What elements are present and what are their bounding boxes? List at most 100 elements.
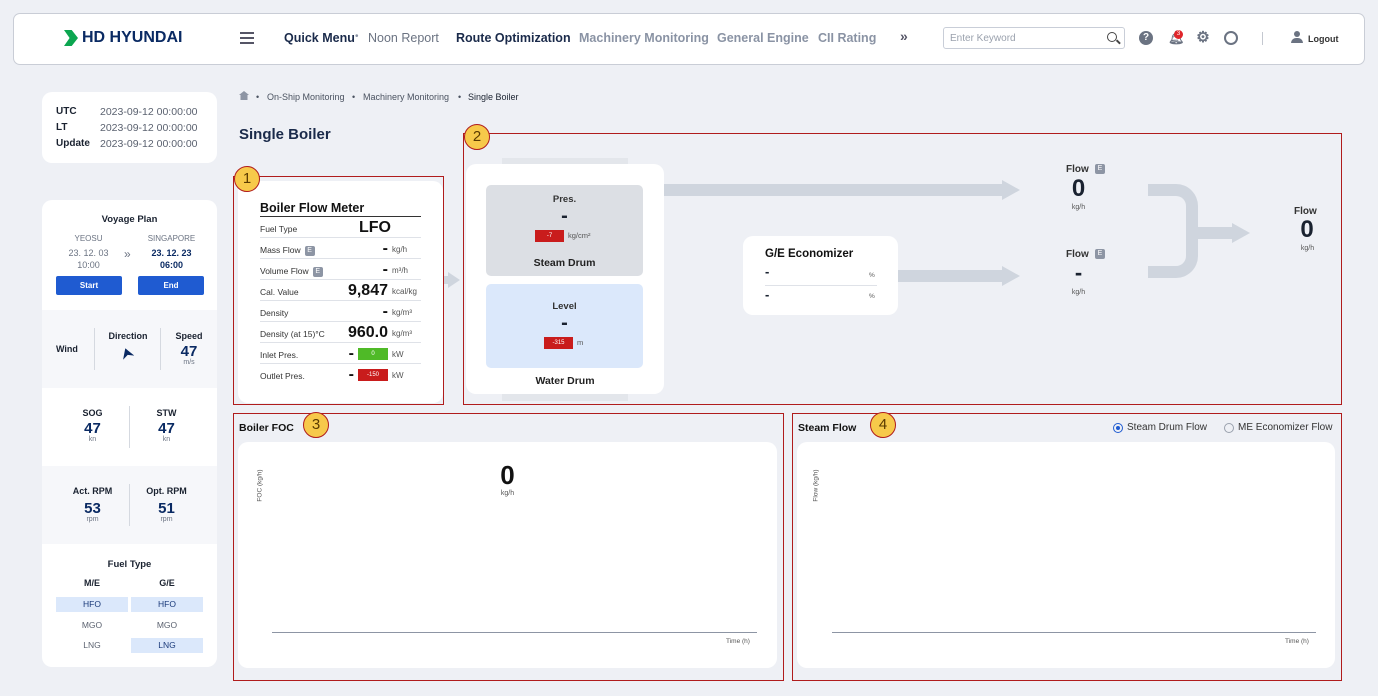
economizer-divider — [765, 285, 877, 286]
flow-2-value: - — [1074, 260, 1083, 285]
nav-general-engine[interactable]: General Engine — [717, 31, 809, 45]
level-unit: m — [577, 338, 584, 347]
logout-button[interactable]: Logout — [1308, 34, 1339, 44]
ge-fuel-mgo[interactable]: MGO — [131, 618, 203, 633]
row-value: - — [348, 366, 354, 383]
search-icon[interactable] — [1107, 32, 1117, 42]
row-key: Fuel Type — [260, 224, 298, 234]
row-unit: kW — [392, 350, 404, 359]
nav-machinery-monitoring[interactable]: Machinery Monitoring — [579, 31, 709, 45]
fuel-type-section: Fuel Type M/E G/E HFO HFO MGO MGO LNG LN… — [42, 544, 217, 667]
voyage-from-date: 23. 12. 03 — [68, 248, 109, 258]
row-key: Density (at 15)°C — [260, 329, 325, 339]
help-icon[interactable]: ? — [1139, 31, 1153, 45]
me-label: M/E — [83, 578, 100, 588]
voyage-plan-title: Voyage Plan — [101, 214, 158, 225]
row-value: - — [348, 345, 354, 362]
search-input[interactable]: Enter Keyword — [943, 27, 1125, 49]
row-density-15: Density (at 15)°C 960.0 kg/m³ — [260, 322, 421, 343]
speed-label: Speed — [175, 331, 203, 341]
row-key: Cal. Value — [260, 287, 299, 297]
annotation-marker-2: 2 — [464, 124, 490, 150]
ge-fuel-hfo[interactable]: HFO — [131, 597, 203, 612]
me-fuel-hfo[interactable]: HFO — [56, 597, 128, 612]
utc-value: 2023-09-12 00:00:00 — [100, 106, 198, 118]
hd-hyundai-logo[interactable]: HD HYUNDAI — [64, 29, 182, 47]
ge-fuel-lng[interactable]: LNG — [131, 638, 203, 653]
flow-2-unit: kg/h — [1071, 289, 1086, 296]
ge-economizer-card: G/E Economizer - % - % — [743, 236, 898, 315]
stw-unit: kn — [162, 436, 171, 443]
outlet-pres-bar: -150 — [358, 369, 388, 381]
nav-noon-report[interactable]: Noon Report — [368, 31, 439, 45]
breadcrumb-onship[interactable]: On-Ship Monitoring — [267, 92, 345, 102]
steam-drum-label: Steam Drum — [533, 257, 596, 269]
rpm-section: Act. RPM 53 rpm Opt. RPM 51 rpm — [42, 466, 217, 544]
economizer-value-2: - — [765, 287, 770, 302]
end-button[interactable]: End — [138, 276, 204, 295]
estimate-badge: E — [1095, 164, 1105, 174]
me-economizer-flow-label[interactable]: ME Economizer Flow — [1238, 422, 1332, 433]
water-drum-label: Water Drum — [535, 375, 595, 387]
steam-flow-title: Steam Flow — [798, 422, 857, 434]
drum-card: Pres. - -7 kg/cm² Steam Drum Level - -31… — [466, 164, 664, 394]
nav-cii-rating[interactable]: CII Rating — [818, 31, 876, 45]
flow-2-label: Flow — [1066, 249, 1089, 260]
boiler-flow-meter-card: Boiler Flow Meter Fuel Type LFO Mass Flow… — [238, 181, 443, 403]
hamburger-menu-icon[interactable] — [240, 32, 254, 44]
steam-drum-box: Pres. - -7 kg/cm² Steam Drum — [486, 185, 643, 276]
header-divider — [1262, 32, 1263, 45]
economizer-flow-arrow-head — [1002, 266, 1020, 286]
start-button[interactable]: Start — [56, 276, 122, 295]
pres-label: Pres. — [552, 194, 577, 205]
row-key: Density — [260, 308, 289, 318]
nav-quick-menu[interactable]: Quick Menu — [284, 31, 355, 45]
nav-route-optimization[interactable]: Route Optimization — [456, 31, 571, 45]
flow-1-label: Flow — [1066, 164, 1089, 175]
economizer-title: G/E Economizer — [765, 248, 854, 260]
act-rpm-label: Act. RPM — [72, 486, 113, 496]
wind-label: Wind — [56, 344, 78, 354]
foc-unit: kg/h — [500, 490, 515, 497]
drum-bottom-stub — [502, 393, 628, 401]
voyage-from-time: 10:00 — [77, 260, 100, 270]
breadcrumb-sep: • — [458, 92, 462, 102]
steam-x-axis — [832, 632, 1316, 633]
voyage-plan-section: Voyage Plan YEOSU SINGAPORE 23. 12. 03 2… — [42, 200, 217, 310]
breadcrumb-machinery[interactable]: Machinery Monitoring — [363, 92, 449, 102]
voyage-to: SINGAPORE — [147, 234, 196, 243]
steam-drum-flow-label[interactable]: Steam Drum Flow — [1127, 422, 1207, 433]
row-density: Density - kg/m³ — [260, 301, 421, 322]
gear-icon[interactable]: ⚙ — [1196, 30, 1210, 45]
steam-x-axis-label: Time (h) — [1285, 638, 1309, 645]
economizer-value-1: - — [765, 264, 770, 279]
flow-1-value: 0 — [1071, 175, 1086, 202]
row-inlet-pres: Inlet Pres. -0 kW — [260, 343, 421, 364]
stw-value: 47 — [158, 420, 175, 437]
sog-stw-section: SOG 47 kn STW 47 kn — [42, 388, 217, 466]
me-fuel-mgo[interactable]: MGO — [56, 618, 128, 633]
economizer-flow-arrow — [898, 270, 1004, 282]
me-fuel-lng[interactable]: LNG — [56, 638, 128, 653]
foc-x-axis-label: Time (h) — [726, 638, 750, 645]
sog-label: SOG — [82, 408, 103, 418]
radio-me-economizer-flow[interactable] — [1224, 423, 1234, 433]
double-chevron-icon: » — [124, 247, 131, 261]
row-unit: kg/h — [392, 245, 408, 254]
wind-speed-value: 47 — [180, 343, 198, 360]
row-key: Mass Flow — [260, 245, 301, 255]
pres-value: - — [561, 205, 568, 227]
home-icon[interactable] — [239, 91, 249, 100]
row-unit: kcal/kg — [392, 287, 417, 296]
voyage-to-time: 06:00 — [159, 260, 184, 270]
economizer-unit-1: % — [869, 272, 875, 279]
radio-dot — [1116, 426, 1120, 430]
row-fuel-type: Fuel Type LFO — [260, 217, 421, 238]
nav-more-icon[interactable]: » — [900, 28, 908, 44]
theme-toggle-icon[interactable] — [1224, 31, 1238, 45]
user-icon — [1291, 31, 1303, 43]
act-rpm-value: 53 — [84, 500, 101, 517]
wind-divider — [94, 328, 95, 370]
radio-steam-drum-flow[interactable] — [1113, 423, 1123, 433]
lt-value: 2023-09-12 00:00:00 — [100, 122, 198, 134]
